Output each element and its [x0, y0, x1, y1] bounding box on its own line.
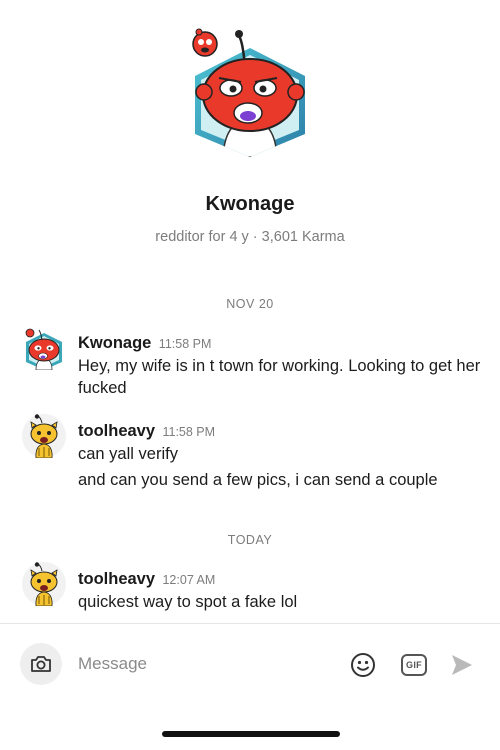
message-username[interactable]: Kwonage: [78, 334, 151, 352]
message-username[interactable]: toolheavy: [78, 422, 155, 440]
message-text: and can you send a few pics, i can send …: [78, 471, 438, 489]
message-text: quickest way to spot a fake lol: [78, 593, 298, 611]
profile-name: Kwonage: [205, 193, 295, 215]
composer-divider: [0, 623, 500, 624]
message-text: can yall verify: [78, 445, 178, 463]
emoji-icon[interactable]: [350, 652, 376, 678]
send-icon[interactable]: [450, 653, 474, 677]
message-input[interactable]: [78, 650, 328, 678]
date-separator: NOV 20: [226, 297, 274, 311]
message-header: toolheavy 11:58 PM: [78, 422, 215, 441]
gif-icon: GIF: [406, 660, 422, 670]
message-avatar-toolheavy[interactable]: [22, 562, 66, 606]
message-header: Kwonage 11:58 PM: [78, 334, 211, 353]
message-timestamp: 11:58 PM: [158, 337, 212, 351]
message-timestamp: 11:58 PM: [162, 425, 216, 439]
camera-button[interactable]: [20, 643, 62, 685]
profile-avatar[interactable]: [185, 22, 315, 157]
gif-button[interactable]: GIF: [401, 654, 427, 676]
home-indicator: [162, 731, 340, 737]
camera-icon: [31, 656, 51, 672]
message-header: toolheavy 12:07 AM: [78, 570, 215, 589]
message-timestamp: 12:07 AM: [162, 573, 216, 587]
profile-meta: redditor for 4 y · 3,601 Karma: [155, 229, 345, 245]
message-username[interactable]: toolheavy: [78, 570, 155, 588]
message-text: Hey, my wife is in t town for working. L…: [78, 357, 481, 397]
message-avatar-kwonage[interactable]: [22, 326, 66, 370]
date-separator: TODAY: [227, 533, 273, 547]
message-avatar-toolheavy[interactable]: [22, 414, 66, 458]
